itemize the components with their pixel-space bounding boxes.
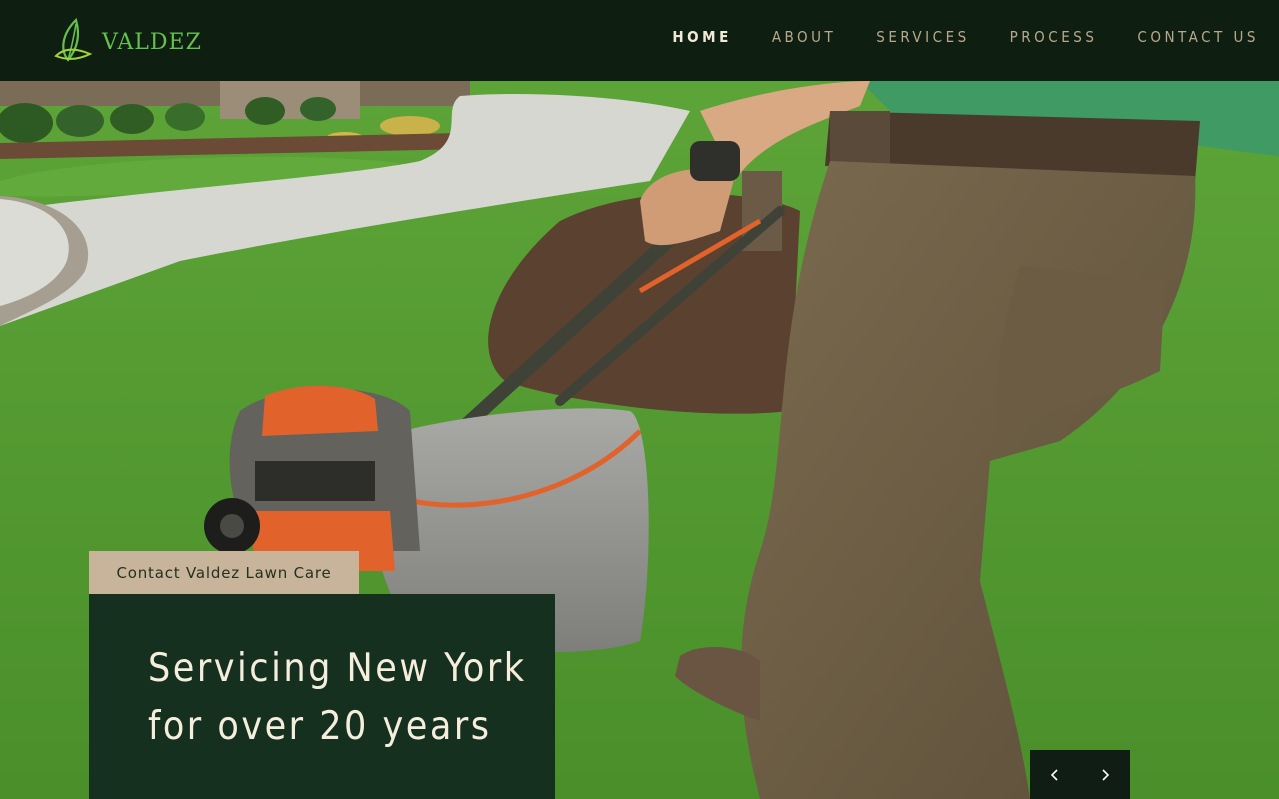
- leaf-icon: [54, 17, 93, 62]
- main-nav: HOME ABOUT SERVICES PROCESS CONTACT US: [632, 28, 1259, 46]
- headline-line-2: for over 20 years: [148, 704, 492, 749]
- contact-tag[interactable]: Contact Valdez Lawn Care: [89, 551, 359, 594]
- nav-process[interactable]: PROCESS: [1010, 28, 1098, 46]
- slider-prev-button[interactable]: [1030, 750, 1080, 799]
- headline-box: Servicing New York for over 20 years: [89, 594, 555, 799]
- nav-services[interactable]: SERVICES: [876, 28, 969, 46]
- chevron-left-icon: [1050, 768, 1058, 781]
- nav-about[interactable]: ABOUT: [772, 28, 836, 46]
- chevron-right-icon: [1102, 768, 1110, 781]
- slider-next-button[interactable]: [1080, 750, 1130, 799]
- nav-home[interactable]: HOME: [672, 28, 731, 46]
- headline-line-1: Servicing New York: [148, 646, 527, 691]
- site-header: VALDEZ HOME ABOUT SERVICES PROCESS CONTA…: [0, 0, 1279, 81]
- slider-controls: [1030, 750, 1130, 799]
- brand-name: VALDEZ: [102, 29, 202, 55]
- brand-logo[interactable]: VALDEZ: [54, 16, 202, 64]
- nav-contact-us[interactable]: CONTACT US: [1137, 28, 1259, 46]
